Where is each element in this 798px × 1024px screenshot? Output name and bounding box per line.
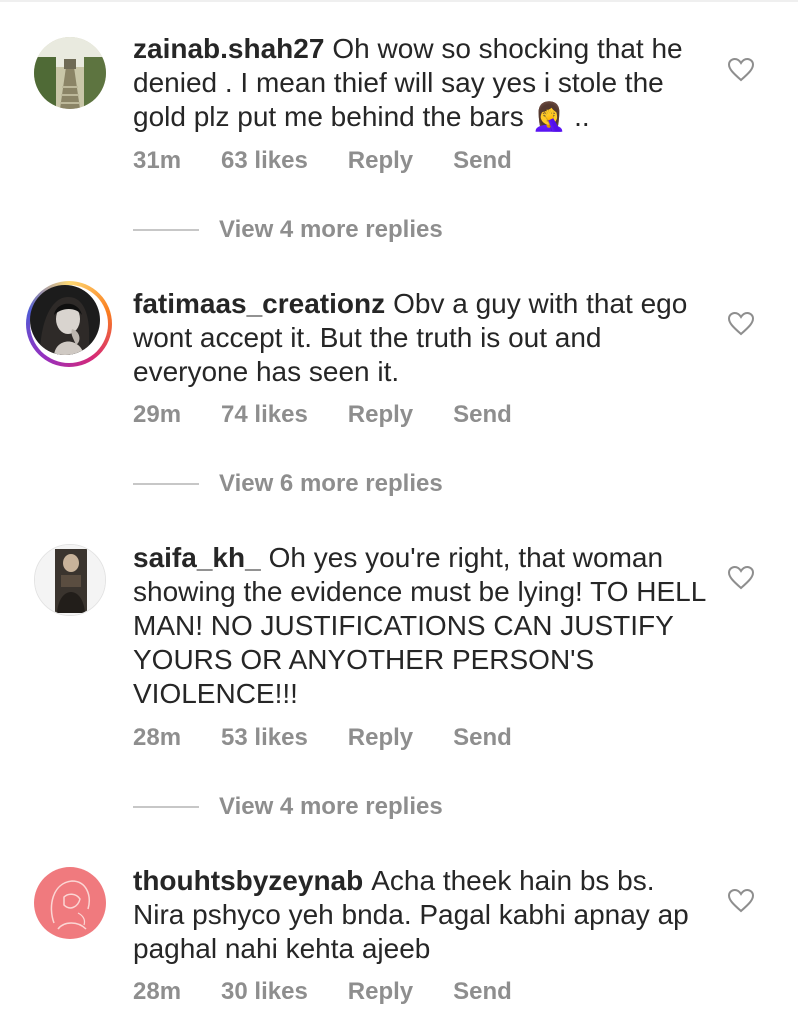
comment-body: zainab.shah27 Oh wow so shocking that he … xyxy=(133,32,713,134)
heart-outline-icon[interactable] xyxy=(728,889,754,913)
comment-likes[interactable]: 74 likes xyxy=(221,401,308,429)
view-replies-label[interactable]: View 4 more replies xyxy=(219,216,443,244)
heart-outline-icon[interactable] xyxy=(728,312,754,336)
comment-body: saifa_kh_ Oh yes you're right, that woman… xyxy=(133,541,713,711)
comment-meta: 28m 53 likes Reply Send xyxy=(133,721,552,755)
comment-meta: 28m 30 likes Reply Send xyxy=(133,975,552,1009)
comment-body: thouhtsbyzeynab Acha theek hain bs bs. Ni… xyxy=(133,864,713,966)
comment-username[interactable]: fatimaas_creationz xyxy=(133,288,385,319)
avatar[interactable] xyxy=(34,867,106,939)
reply-button[interactable]: Reply xyxy=(348,147,413,175)
story-ring[interactable] xyxy=(26,281,112,367)
comment-likes[interactable]: 30 likes xyxy=(221,978,308,1006)
reply-button[interactable]: Reply xyxy=(348,978,413,1006)
comment-time: 28m xyxy=(133,978,182,1005)
heart-outline-icon[interactable] xyxy=(728,58,754,82)
comment-username[interactable]: zainab.shah27 xyxy=(133,33,324,64)
view-replies-button[interactable]: View 6 more replies xyxy=(133,467,443,501)
replies-divider xyxy=(133,229,199,231)
send-button[interactable]: Send xyxy=(453,147,512,175)
comment-time: 29m xyxy=(133,401,182,428)
reply-button[interactable]: Reply xyxy=(348,401,413,429)
replies-divider xyxy=(133,806,199,808)
view-replies-button[interactable]: View 4 more replies xyxy=(133,790,443,824)
comment-username[interactable]: saifa_kh_ xyxy=(133,542,261,573)
avatar[interactable] xyxy=(34,544,106,616)
comment-username[interactable]: thouhtsbyzeynab xyxy=(133,865,363,896)
comment-meta: 31m 63 likes Reply Send xyxy=(133,144,552,178)
avatar[interactable] xyxy=(30,285,100,355)
view-replies-label[interactable]: View 6 more replies xyxy=(219,470,443,498)
send-button[interactable]: Send xyxy=(453,401,512,429)
comment-body: fatimaas_creationz Obv a guy with that eg… xyxy=(133,287,713,389)
send-button[interactable]: Send xyxy=(453,978,512,1006)
comment-likes[interactable]: 63 likes xyxy=(221,147,308,175)
comment-likes[interactable]: 53 likes xyxy=(221,724,308,752)
reply-button[interactable]: Reply xyxy=(348,724,413,752)
comment-time: 28m xyxy=(133,724,182,751)
comment-meta: 29m 74 likes Reply Send xyxy=(133,398,552,432)
view-replies-label[interactable]: View 4 more replies xyxy=(219,793,443,821)
view-replies-button[interactable]: View 4 more replies xyxy=(133,213,443,247)
avatar[interactable] xyxy=(34,37,106,109)
heart-outline-icon[interactable] xyxy=(728,566,754,590)
top-divider xyxy=(0,0,798,2)
send-button[interactable]: Send xyxy=(453,724,512,752)
comment-time: 31m xyxy=(133,147,182,174)
replies-divider xyxy=(133,483,199,485)
